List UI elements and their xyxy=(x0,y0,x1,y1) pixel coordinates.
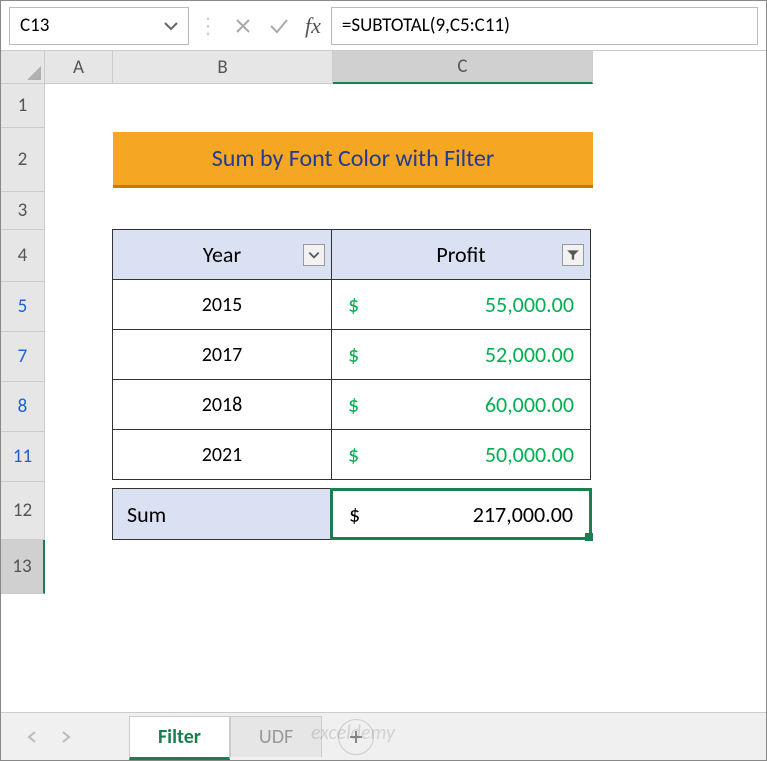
column-header-row: A B C xyxy=(1,51,766,84)
sum-row: Sum $ 217,000.00 xyxy=(112,488,592,540)
table-row[interactable]: 2018 $60,000.00 xyxy=(113,380,593,430)
row-header-11[interactable]: 11 xyxy=(1,432,45,482)
sheet-tabs: Filter UDF exceldemy xyxy=(1,712,766,760)
row-header-2[interactable]: 2 xyxy=(1,128,45,192)
col-header-a[interactable]: A xyxy=(45,51,113,84)
cell-profit: $55,000.00 xyxy=(331,279,591,330)
header-year[interactable]: Year xyxy=(112,229,332,280)
tab-filter[interactable]: Filter xyxy=(129,716,230,760)
cell-year: 2015 xyxy=(112,279,332,330)
cancel-icon[interactable] xyxy=(227,10,259,42)
cell-profit: $52,000.00 xyxy=(331,329,591,380)
chevron-down-icon xyxy=(307,248,321,262)
row-header-5[interactable]: 5 xyxy=(1,282,45,332)
data-table: Year Profit 2015 $55,000.00 2017 xyxy=(113,230,593,480)
formula-bar: C13 ⋮ fx =SUBTOTAL(9,C5:C11) xyxy=(1,1,766,51)
cell-year: 2017 xyxy=(112,329,332,380)
row-header-1[interactable]: 1 xyxy=(1,84,45,128)
sum-label-cell[interactable]: Sum xyxy=(112,488,332,540)
cell-profit: $50,000.00 xyxy=(331,429,591,480)
col-header-c[interactable]: C xyxy=(333,51,593,84)
row-header-4[interactable]: 4 xyxy=(1,230,45,282)
table-row[interactable]: 2015 $55,000.00 xyxy=(113,280,593,330)
grid: 1 2 3 4 5 7 8 11 12 13 Sum by Font Color… xyxy=(1,84,766,724)
filter-button-year[interactable] xyxy=(303,244,325,266)
row-header-13[interactable]: 13 xyxy=(1,540,45,594)
row-headers: 1 2 3 4 5 7 8 11 12 13 xyxy=(1,84,45,724)
table-row[interactable]: 2017 $52,000.00 xyxy=(113,330,593,380)
filter-button-profit-active[interactable] xyxy=(562,244,584,266)
separator: ⋮ xyxy=(197,12,219,39)
tab-nav-next-icon[interactable] xyxy=(55,726,77,748)
header-year-label: Year xyxy=(203,241,241,268)
filter-active-icon xyxy=(566,248,580,262)
sum-value-cell-selected[interactable]: $ 217,000.00 xyxy=(330,488,592,540)
fx-icon[interactable]: fx xyxy=(305,13,321,39)
tab-nav-prev-icon[interactable] xyxy=(21,726,43,748)
banner-title: Sum by Font Color with Filter xyxy=(113,132,593,188)
select-all-corner[interactable] xyxy=(1,51,45,84)
table-row[interactable]: 2021 $50,000.00 xyxy=(113,430,593,480)
row-header-8[interactable]: 8 xyxy=(1,382,45,432)
enter-icon[interactable] xyxy=(263,10,295,42)
col-header-b[interactable]: B xyxy=(113,51,333,84)
chevron-down-icon[interactable] xyxy=(164,14,178,37)
formula-input[interactable]: =SUBTOTAL(9,C5:C11) xyxy=(331,7,758,45)
formula-text: =SUBTOTAL(9,C5:C11) xyxy=(342,14,510,37)
cells-area[interactable]: Sum by Font Color with Filter Year Profi… xyxy=(45,84,766,724)
header-profit[interactable]: Profit xyxy=(331,229,591,280)
cell-profit: $60,000.00 xyxy=(331,379,591,430)
header-profit-label: Profit xyxy=(436,241,485,268)
row-header-12[interactable]: 12 xyxy=(1,482,45,540)
name-box-value: C13 xyxy=(20,14,49,37)
cell-year: 2018 xyxy=(112,379,332,430)
watermark: exceldemy xyxy=(311,721,395,745)
tab-udf[interactable]: UDF xyxy=(230,716,322,757)
row-header-7[interactable]: 7 xyxy=(1,332,45,382)
name-box[interactable]: C13 xyxy=(9,7,189,45)
cell-year: 2021 xyxy=(112,429,332,480)
row-header-3[interactable]: 3 xyxy=(1,192,45,230)
